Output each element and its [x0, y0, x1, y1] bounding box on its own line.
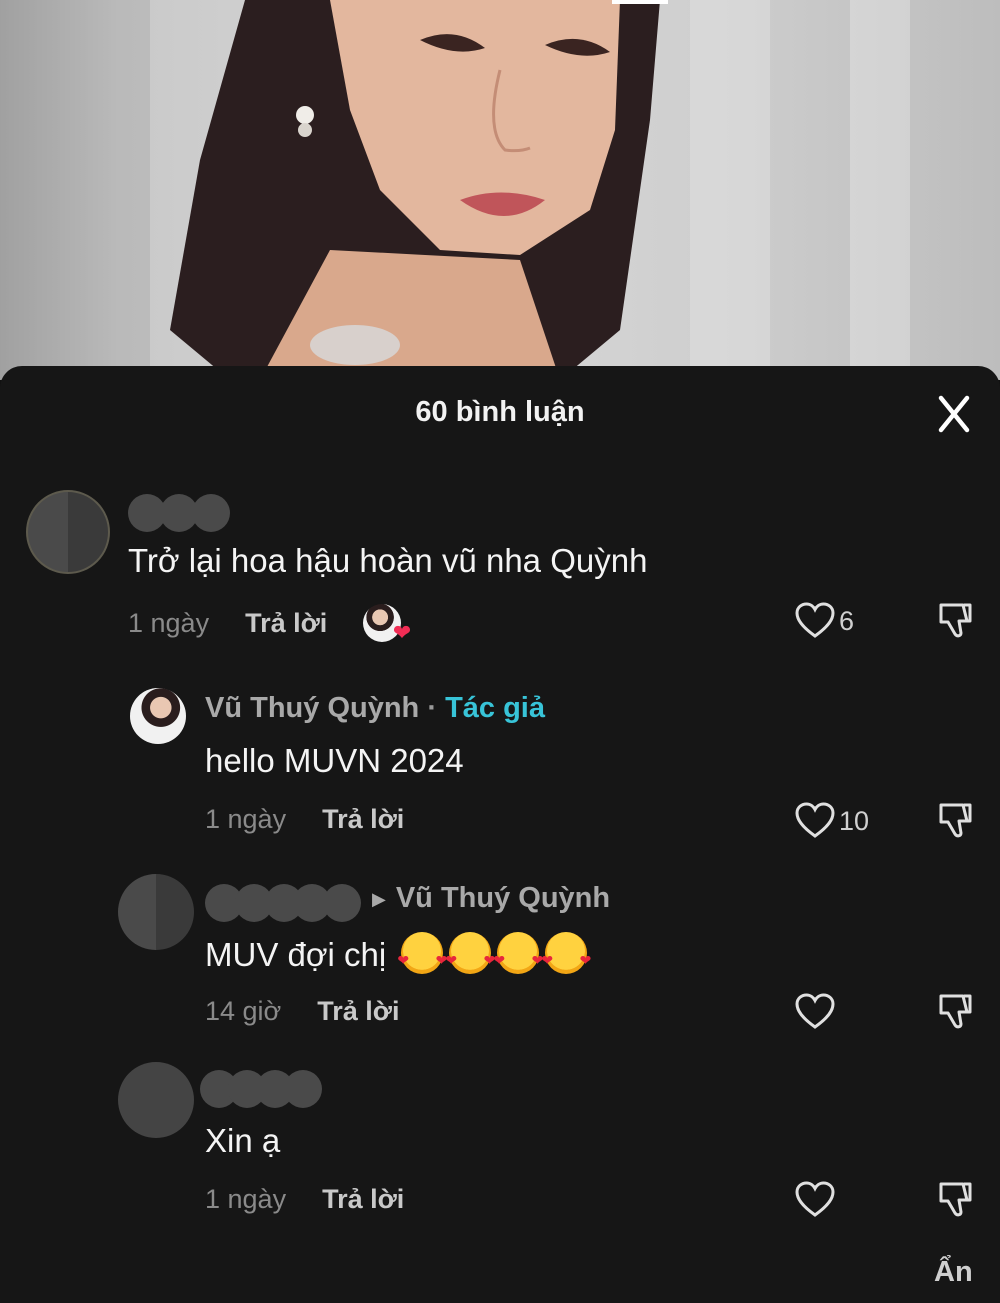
heart-icon: [795, 993, 835, 1029]
video-frame[interactable]: [0, 0, 1000, 380]
comment-meta: 1 ngày Trả lời: [128, 604, 411, 646]
smiling-face-with-hearts-icon: [493, 932, 543, 974]
comments-sheet: 60 bình luận Trở lại hoa hậu hoàn vũ nha…: [0, 366, 1000, 1303]
dislike-button[interactable]: [935, 1180, 975, 1220]
reply-to-name: Vũ Thuý Quỳnh: [395, 882, 611, 914]
like-count: 10: [839, 805, 870, 836]
reply-button[interactable]: Trả lời: [322, 804, 404, 834]
comment-time: 14 giờ: [205, 996, 282, 1026]
like-button[interactable]: [795, 1180, 835, 1220]
thumbs-down-icon: [939, 803, 972, 838]
thumbs-down-icon: [939, 994, 972, 1029]
comment-meta: 1 ngày Trả lời: [205, 804, 404, 835]
reply-button[interactable]: Trả lời: [317, 996, 399, 1026]
author-badge: Tác giả: [445, 692, 545, 724]
comment-text: Xin ạ: [205, 1122, 281, 1159]
username-redacted[interactable]: [200, 1070, 324, 1108]
avatar[interactable]: [118, 874, 194, 950]
reply-button[interactable]: Trả lời: [322, 1184, 404, 1214]
close-icon[interactable]: [930, 394, 978, 434]
hide-replies-button[interactable]: Ẩn: [934, 1256, 973, 1289]
comments-count-title: 60 bình luận: [415, 396, 585, 428]
username-redacted[interactable]: [205, 884, 361, 922]
heart-icon: [795, 802, 835, 838]
comment-time: 1 ngày: [205, 804, 287, 834]
smiling-face-with-hearts-icon: [541, 932, 591, 974]
dislike-button[interactable]: [935, 601, 975, 641]
comment-text: hello MUVN 2024: [205, 742, 464, 779]
avatar[interactable]: [118, 1062, 194, 1138]
heart-icon: [795, 602, 835, 638]
comment-meta: 14 giờ Trả lời: [205, 996, 400, 1027]
comment-meta: 1 ngày Trả lời: [205, 1184, 404, 1215]
comment-author[interactable]: Vũ Thuý Quỳnh · Tác giả: [205, 692, 545, 725]
like-button[interactable]: [795, 992, 835, 1032]
comment-text-body: MUV đợi chị: [205, 936, 387, 973]
avatar[interactable]: [26, 490, 110, 574]
comment-text: Trở lại hoa hậu hoàn vũ nha Quỳnh: [128, 542, 648, 579]
dislike-button[interactable]: [935, 801, 975, 841]
heart-icon: [795, 1181, 835, 1217]
username-redacted[interactable]: [128, 494, 238, 532]
thumbs-down-icon: [939, 1182, 972, 1217]
smiling-face-with-hearts-icon: [445, 932, 495, 974]
dislike-button[interactable]: [935, 992, 975, 1032]
like-button[interactable]: 10: [795, 801, 869, 841]
comment-time: 1 ngày: [128, 608, 210, 638]
like-count: 6: [839, 605, 855, 636]
author-name: Vũ Thuý Quỳnh: [205, 692, 420, 724]
caret-right-icon: ▶: [372, 888, 386, 909]
comment-text: MUV đợi chị: [205, 932, 591, 974]
author-avatar[interactable]: [130, 688, 186, 744]
progress-indicator[interactable]: [612, 0, 668, 4]
like-button[interactable]: 6: [795, 601, 854, 641]
liked-by-creator-icon: [363, 604, 411, 646]
thumbs-down-icon: [939, 603, 972, 638]
reply-button[interactable]: Trả lời: [245, 608, 327, 638]
comment-time: 1 ngày: [205, 1184, 287, 1214]
video-image: [0, 0, 910, 380]
smiling-face-with-hearts-icon: [397, 932, 447, 974]
reply-to-label[interactable]: ▶ Vũ Thuý Quỳnh: [372, 882, 610, 915]
